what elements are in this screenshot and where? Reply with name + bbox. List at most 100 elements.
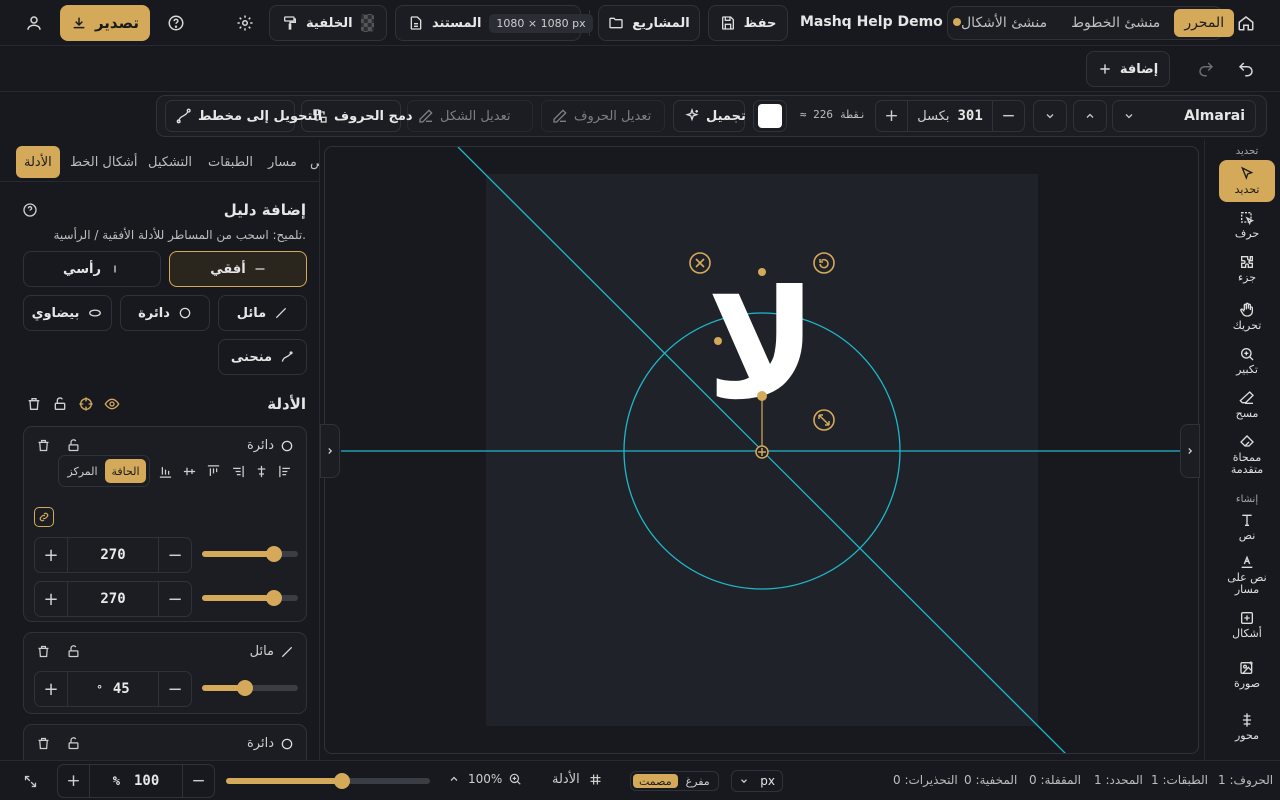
guides-toggle[interactable]: الأدلة — [552, 772, 603, 787]
anchor-edge-option[interactable]: الحافة — [105, 459, 146, 483]
add-horizontal-guide-button[interactable]: أفقي — [169, 251, 307, 287]
delete-all-button[interactable] — [26, 396, 42, 412]
account-button[interactable] — [16, 5, 52, 41]
font-family-select[interactable]: Almarai — [1112, 100, 1256, 132]
link-values-button[interactable] — [34, 507, 54, 527]
tool-select[interactable]: تحديد — [1219, 160, 1275, 203]
slider-handle[interactable] — [266, 546, 282, 562]
align-bottom-icon[interactable] — [158, 464, 173, 479]
move-down-button[interactable] — [1033, 100, 1067, 132]
radius-x-value[interactable]: 270 — [67, 538, 159, 572]
tool-zoom[interactable]: تكبير — [1219, 346, 1275, 376]
redo-button[interactable] — [1188, 51, 1224, 87]
font-size-field[interactable]: بكسل 301 — [908, 108, 992, 124]
tool-axis[interactable]: محور — [1219, 712, 1275, 742]
tab-guides[interactable]: الأدلة — [16, 146, 60, 178]
add-circle-guide-button[interactable]: دائرة — [120, 295, 210, 331]
convert-to-path-button[interactable]: التحويل إلى مخطط — [165, 100, 322, 132]
tool-part[interactable]: جزء — [1219, 254, 1275, 284]
tab-layers[interactable]: الطبقات — [208, 146, 253, 178]
guide-delete-button[interactable] — [36, 438, 51, 453]
help-circle-icon[interactable] — [22, 202, 38, 218]
tool-eraser[interactable]: مسح — [1219, 390, 1275, 420]
tool-image[interactable]: صورة — [1219, 660, 1275, 690]
zoom-out-button[interactable]: − — [182, 765, 214, 797]
toggle-visibility-button[interactable] — [104, 396, 120, 412]
lock-all-button[interactable] — [52, 396, 68, 412]
fill-solid-option[interactable]: مصمت — [633, 774, 678, 788]
add-curve-guide-button[interactable]: منحنى — [218, 339, 307, 375]
tool-text-on-path[interactable]: نص على مسار — [1219, 554, 1275, 596]
angle-slider[interactable] — [202, 680, 298, 696]
guide-delete-button[interactable] — [36, 736, 51, 751]
align-right-icon[interactable] — [230, 464, 245, 479]
align-left-icon[interactable] — [278, 464, 293, 479]
save-button[interactable]: حفظ — [708, 5, 788, 41]
guide-lock-button[interactable] — [66, 438, 81, 453]
help-button[interactable] — [158, 5, 194, 41]
anchor-point[interactable] — [714, 337, 722, 345]
fill-empty-option[interactable]: مفرغ — [680, 775, 716, 788]
tool-shapes[interactable]: أشكال — [1219, 610, 1275, 640]
toggle-snap-button[interactable] — [78, 396, 94, 412]
guide-lock-button[interactable] — [66, 736, 81, 751]
zoom-menu-button[interactable] — [448, 773, 460, 785]
slider-handle[interactable] — [266, 590, 282, 606]
decrease-button[interactable]: − — [159, 582, 191, 616]
fullscreen-button[interactable] — [12, 763, 48, 799]
projects-button[interactable]: المشاريع — [598, 5, 700, 41]
export-button[interactable]: تصدير — [60, 5, 150, 41]
add-ellipse-guide-button[interactable]: بيضاوي — [23, 295, 112, 331]
tool-text[interactable]: نص — [1219, 512, 1275, 542]
color-picker-button[interactable] — [753, 100, 787, 132]
tab-path[interactable]: مسار — [268, 146, 297, 178]
increase-button[interactable]: + — [35, 582, 67, 616]
guide-lock-button[interactable] — [66, 644, 81, 659]
tab-more[interactable]: ص — [310, 146, 319, 178]
settings-button[interactable] — [227, 5, 263, 41]
zoom-field[interactable]: % 100 — [90, 773, 182, 789]
unit-select[interactable]: px — [731, 770, 783, 792]
font-size-increase-button[interactable]: + — [876, 101, 908, 131]
add-button[interactable]: إضافة — [1086, 51, 1170, 87]
radius-y-value[interactable]: 270 — [67, 582, 159, 616]
tool-letter[interactable]: حرف — [1219, 210, 1275, 240]
align-middle-icon[interactable] — [182, 464, 197, 479]
angle-field[interactable]: ° 45 — [67, 672, 159, 706]
tool-advanced-eraser[interactable]: ممحاة متقدمة — [1219, 434, 1275, 476]
tab-diacritics[interactable]: التشكيل — [148, 146, 192, 178]
mode-tab-shape-builder[interactable]: منشئ الأشكال — [951, 9, 1057, 37]
tab-letter-forms[interactable]: أشكال الخط — [70, 146, 138, 178]
zoom-percent-readout[interactable]: 100% — [468, 772, 522, 786]
add-diagonal-guide-button[interactable]: مائل — [218, 295, 307, 331]
zoom-in-button[interactable]: + — [58, 765, 90, 797]
anchor-center-option[interactable]: المركز — [62, 459, 103, 483]
edit-shape-button[interactable]: تعديل الشكل — [407, 100, 533, 132]
left-panel-collapse-handle[interactable] — [320, 424, 340, 478]
mode-tab-font-builder[interactable]: منشئ الخطوط — [1061, 9, 1170, 37]
edit-letters-button[interactable]: تعديل الحروف — [541, 100, 665, 132]
align-top-icon[interactable] — [206, 464, 221, 479]
add-vertical-guide-button[interactable]: رأسي — [23, 251, 161, 287]
mode-tab-editor[interactable]: المحرر — [1174, 9, 1235, 37]
background-button[interactable]: الخلفية — [269, 5, 387, 41]
decrease-button[interactable]: − — [159, 672, 191, 706]
increase-button[interactable]: + — [35, 538, 67, 572]
radius-y-slider[interactable] — [202, 590, 298, 606]
canvas-area[interactable]: لا — [324, 146, 1199, 754]
undo-button[interactable] — [1228, 51, 1264, 87]
decrease-button[interactable]: − — [159, 538, 191, 572]
anchor-point[interactable] — [758, 268, 766, 276]
move-up-button[interactable] — [1073, 100, 1107, 132]
increase-button[interactable]: + — [35, 672, 67, 706]
right-panel-collapse-handle[interactable] — [1180, 424, 1200, 478]
document-button[interactable]: المستند 1080 × 1080 px — [395, 5, 593, 41]
tool-pan[interactable]: تحريك — [1219, 302, 1275, 332]
radius-x-slider[interactable] — [202, 546, 298, 562]
align-center-icon[interactable] — [254, 464, 269, 479]
slider-handle[interactable] — [334, 773, 351, 789]
pivot-handle[interactable] — [757, 391, 767, 401]
beautify-button[interactable]: تجميل — [673, 100, 746, 132]
guide-delete-button[interactable] — [36, 644, 51, 659]
font-size-decrease-button[interactable]: − — [992, 101, 1024, 131]
